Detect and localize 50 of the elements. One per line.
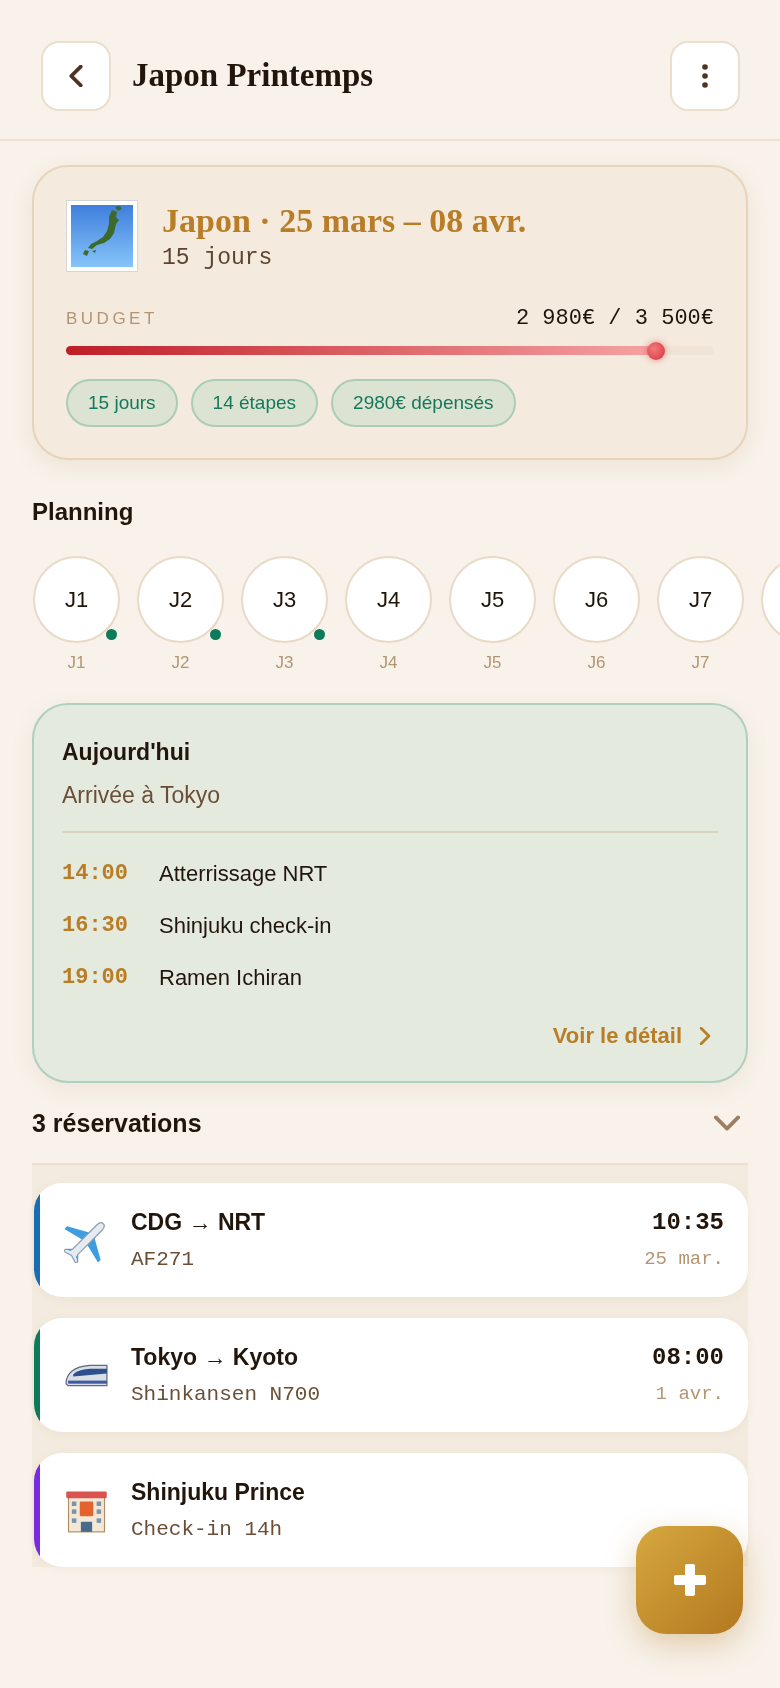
day-caption: J7 bbox=[691, 653, 710, 673]
reservation-title: Shinjuku Prince bbox=[131, 1477, 306, 1507]
section-title: Planning bbox=[32, 497, 135, 527]
day-caption: J2 bbox=[171, 653, 190, 673]
back-button[interactable] bbox=[41, 41, 111, 111]
event-time: 16:30 bbox=[62, 912, 129, 940]
trip-duration: 15 jours bbox=[162, 244, 274, 271]
reservation-card[interactable]: CDG → NRT AF271 10:35 25 mar. bbox=[34, 1183, 748, 1297]
day-caption: J1 bbox=[67, 653, 86, 673]
map-icon bbox=[66, 200, 138, 272]
event-title: Atterrissage NRT bbox=[159, 860, 328, 888]
stat-chip: 15 jours bbox=[66, 379, 178, 427]
budget-amount: 2 980€ / 3 500€ bbox=[515, 306, 714, 332]
day-button[interactable]: J2 bbox=[137, 556, 224, 643]
day-caption: J6 bbox=[587, 653, 606, 673]
event-title: Ramen Ichiran bbox=[159, 964, 303, 992]
reservation-card[interactable]: Shinjuku Prince Check-in 14h bbox=[34, 1453, 748, 1567]
today-subtitle: Arrivée à Tokyo bbox=[62, 781, 222, 810]
add-button[interactable] bbox=[636, 1526, 743, 1634]
day-button[interactable]: J3 bbox=[241, 556, 328, 643]
stat-chip: 2980€ dépensés bbox=[331, 379, 516, 427]
event-time: 19:00 bbox=[62, 964, 129, 992]
budget-label: BUDGET bbox=[66, 308, 158, 330]
reservation-title: CDG → NRT bbox=[131, 1207, 267, 1237]
day-button[interactable]: J5 bbox=[449, 556, 536, 643]
today-title: Aujourd'hui bbox=[62, 738, 192, 767]
day-button[interactable]: J1 bbox=[33, 556, 120, 643]
reservation-date: 25 mar. bbox=[644, 1247, 724, 1272]
reservation-detail: Check-in 14h bbox=[131, 1516, 284, 1543]
more-icon bbox=[702, 64, 708, 88]
day-caption: J5 bbox=[483, 653, 502, 673]
reservation-detail: Shinkansen N700 bbox=[131, 1381, 322, 1408]
event-time: 14:00 bbox=[62, 860, 129, 888]
trip-title: Japon · 25 mars – 08 avr. bbox=[162, 201, 527, 241]
reservation-time: 08:00 bbox=[652, 1343, 724, 1373]
page-title: Japon Printemps bbox=[132, 56, 375, 96]
reservation-date: 1 avr. bbox=[655, 1382, 724, 1407]
reservation-card[interactable]: Tokyo → Kyoto Shinkansen N700 08:00 1 avr. bbox=[34, 1318, 748, 1432]
day-caption: J3 bbox=[275, 653, 294, 673]
day-button[interactable]: J6 bbox=[553, 556, 640, 643]
reservation-detail: AF271 bbox=[131, 1246, 195, 1273]
reservation-title: Tokyo → Kyoto bbox=[131, 1342, 299, 1372]
day-button[interactable]: J4 bbox=[345, 556, 432, 643]
reservation-time: 10:35 bbox=[652, 1208, 724, 1238]
reservations-title: 3 réservations bbox=[32, 1108, 202, 1139]
stat-chip: 14 étapes bbox=[190, 379, 319, 427]
day-button[interactable]: J7 bbox=[657, 556, 744, 643]
day-caption: J4 bbox=[379, 653, 398, 673]
plus-icon bbox=[673, 1564, 706, 1596]
event-title: Shinjuku check-in bbox=[159, 912, 332, 940]
